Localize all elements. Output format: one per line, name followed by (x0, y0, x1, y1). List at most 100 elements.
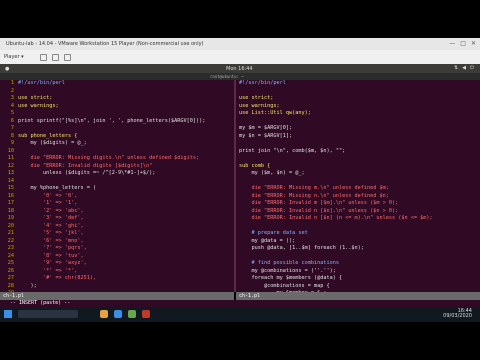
minimize-icon[interactable]: — (449, 40, 455, 47)
code-line[interactable] (236, 88, 480, 96)
code-line[interactable]: my @data = (); (236, 238, 480, 246)
app-icon[interactable] (142, 310, 150, 318)
line-number: 5 (10, 110, 14, 116)
code-line[interactable]: die "ERROR: Missing n.\n" unless defined… (236, 193, 480, 201)
code-line[interactable]: 11 die "ERROR: Missing digits.\n" unless… (0, 155, 234, 163)
power-icon[interactable]: ⏻ (470, 65, 474, 71)
code-line[interactable]: use warnings; (236, 103, 480, 111)
start-icon[interactable] (4, 310, 12, 318)
edge-icon[interactable] (114, 310, 122, 318)
code-line[interactable]: 13 unless ($digits =~ /^[2-9\*#1-]+$/); (0, 170, 234, 178)
code-line[interactable]: 8 sub phone_letters { (0, 133, 234, 141)
line-number: 23 (7, 245, 14, 251)
code-line[interactable]: sub comb { (236, 163, 480, 171)
code-line[interactable]: foreach my $members (@data) { (236, 275, 480, 283)
code-line[interactable]: 3 use strict; (0, 95, 234, 103)
code-line[interactable]: 5 (0, 110, 234, 118)
code-line[interactable]: 26 '*' => '*', (0, 268, 234, 276)
line-number: 25 (7, 260, 14, 266)
code-line[interactable]: 25 '9' => 'wxyz', (0, 260, 234, 268)
code-line[interactable]: 21 '5' => 'jkl', (0, 230, 234, 238)
search-box[interactable] (18, 310, 78, 318)
line-number: 7 (10, 125, 14, 131)
line-number: 18 (7, 207, 14, 214)
right-status-line: ch-1.pl (236, 292, 480, 300)
code-line[interactable]: 10 (0, 148, 234, 156)
left-editor-pane[interactable]: 1 #!/usr/bin/perl 2 3 use strict; 4 use warnin… (0, 80, 234, 292)
code-line[interactable]: die "ERROR: Missing m.\n" unless defined… (236, 185, 480, 193)
code-line[interactable]: 27 '#' => chr(8251), (0, 275, 234, 283)
code-line[interactable]: my @combinations = (''.''); (236, 268, 480, 276)
line-number: 13 (7, 170, 14, 176)
code-line[interactable] (236, 178, 480, 186)
code-line[interactable]: 7 (0, 125, 234, 133)
code-line[interactable]: 16 '0' => '0', (0, 193, 234, 201)
network-icon[interactable]: ⇅ (454, 65, 458, 71)
code-text: '8' => 'tuv', (18, 252, 84, 259)
code-line[interactable]: 28 ); (0, 283, 234, 291)
code-line[interactable]: 9 my ($digits) = @_; (0, 140, 234, 148)
code-text: my $n = $ARGV[1]; (239, 132, 293, 139)
player-menu[interactable]: Player ▾ (4, 54, 24, 60)
code-line[interactable]: 23 '7' => 'pqrs', (0, 245, 234, 253)
code-line[interactable]: # find possible combinations (236, 260, 480, 268)
right-editor-pane[interactable]: #!/usr/bin/perl use strict; use warnings; u… (236, 80, 480, 292)
code-line[interactable]: die "ERROR: Invalid m [$m].\n" unless ($… (236, 200, 480, 208)
code-line[interactable]: @combinations = map { (236, 283, 480, 291)
maximize-icon[interactable]: □ (460, 40, 466, 47)
line-number: 28 (7, 282, 14, 289)
code-line[interactable]: die "ERROR: Invalid n [$n] (n <= m).\n" … (236, 215, 480, 223)
pause-icon[interactable] (40, 54, 47, 61)
code-line[interactable]: 24 '8' => 'tuv', (0, 253, 234, 261)
vmware-icon[interactable] (128, 310, 136, 318)
code-line[interactable]: push @data, [1..$m] foreach (1..$n); (236, 245, 480, 253)
code-line[interactable]: #!/usr/bin/perl (236, 80, 480, 88)
activities-icon[interactable]: ● (5, 66, 9, 72)
code-line[interactable]: # prepare data set (236, 230, 480, 238)
fullscreen-icon[interactable] (64, 54, 71, 61)
code-line[interactable] (236, 223, 480, 231)
code-line[interactable] (236, 118, 480, 126)
code-line[interactable]: 12 die "ERROR: Invalid digits [$digits]\… (0, 163, 234, 171)
code-line[interactable]: 17 '1' => '1', (0, 200, 234, 208)
panel-clock[interactable]: Mon 16:44 (226, 66, 253, 72)
vim-mode: -- INSERT (paste) -- (10, 300, 71, 306)
code-line[interactable]: 20 '4' => 'ghi', (0, 223, 234, 231)
code-line[interactable]: 2 (0, 88, 234, 96)
send-ctrl-alt-del-icon[interactable] (52, 54, 59, 61)
line-number: 21 (7, 230, 14, 236)
line-number: 2 (10, 87, 14, 94)
code-line[interactable]: my $m = $ARGV[0]; (236, 125, 480, 133)
code-text: ); (18, 282, 37, 289)
terminal-title: root@ubuntu: ~ (210, 74, 244, 79)
line-number: 10 (7, 147, 14, 154)
code-line[interactable]: use strict; (236, 95, 480, 103)
explorer-icon[interactable] (100, 310, 108, 318)
code-line[interactable]: use List::Util qw(any); (236, 110, 480, 118)
line-number: 14 (7, 177, 14, 184)
code-line[interactable]: 22 '6' => 'mno', (0, 238, 234, 246)
code-line[interactable]: die "ERROR: Invalid n [$n].\n" unless ($… (236, 208, 480, 216)
code-line[interactable]: 18 '2' => 'abc', (0, 208, 234, 216)
code-line[interactable] (236, 140, 480, 148)
code-text: '3' => 'def', (18, 215, 84, 221)
vmware-toolbar: Player ▾ (0, 50, 480, 65)
letterbox-bottom (0, 322, 480, 360)
code-line[interactable]: 19 '3' => 'def', (0, 215, 234, 223)
volume-icon[interactable]: ◀ (462, 65, 466, 71)
code-line[interactable]: print join "\n", comb($m, $n), ""; (236, 148, 480, 156)
code-line[interactable]: my $n = $ARGV[1]; (236, 133, 480, 141)
code-line[interactable]: my ($m, $n) = @_; (236, 170, 480, 178)
line-number: 27 (7, 275, 14, 281)
code-line[interactable]: 1 #!/usr/bin/perl (0, 80, 234, 88)
code-line[interactable]: 14 (0, 178, 234, 186)
code-line[interactable] (236, 253, 480, 261)
code-line[interactable]: 6 print sprintf("[%s]\n", join ', ', phon… (0, 118, 234, 126)
code-text: '6' => 'mno', (18, 237, 84, 244)
code-line[interactable]: 4 use warnings; (0, 103, 234, 111)
code-line[interactable] (236, 155, 480, 163)
taskbar-clock[interactable]: 16:44 09/03/2020 (443, 309, 472, 319)
close-icon[interactable]: ✕ (471, 40, 476, 47)
code-line[interactable]: 15 my %phone_letters = ( (0, 185, 234, 193)
line-number: 16 (7, 192, 14, 199)
